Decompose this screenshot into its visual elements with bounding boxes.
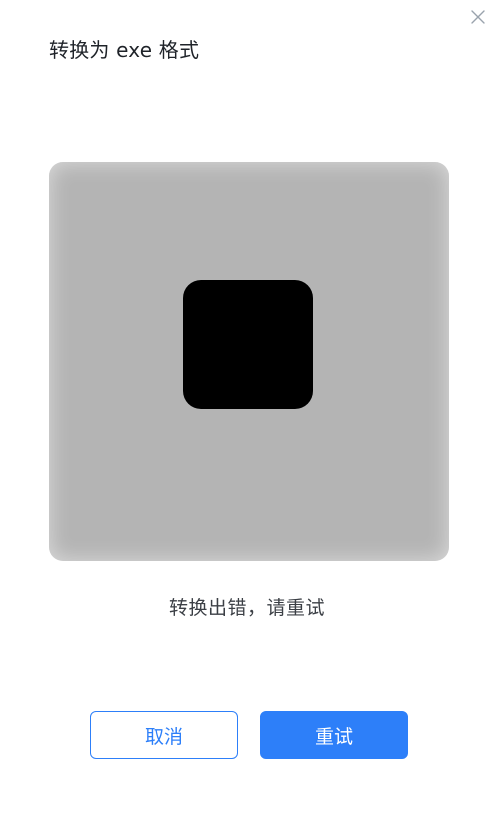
cancel-button[interactable]: 取消 <box>90 711 238 759</box>
dialog-title: 转换为 exe 格式 <box>49 38 200 62</box>
convert-dialog: 转换为 exe 格式 转换出错，请重试 取消 重试 <box>0 0 494 827</box>
retry-button[interactable]: 重试 <box>260 711 408 759</box>
error-message: 转换出错，请重试 <box>168 597 325 619</box>
close-icon[interactable] <box>468 7 488 27</box>
stop-icon <box>183 280 313 409</box>
